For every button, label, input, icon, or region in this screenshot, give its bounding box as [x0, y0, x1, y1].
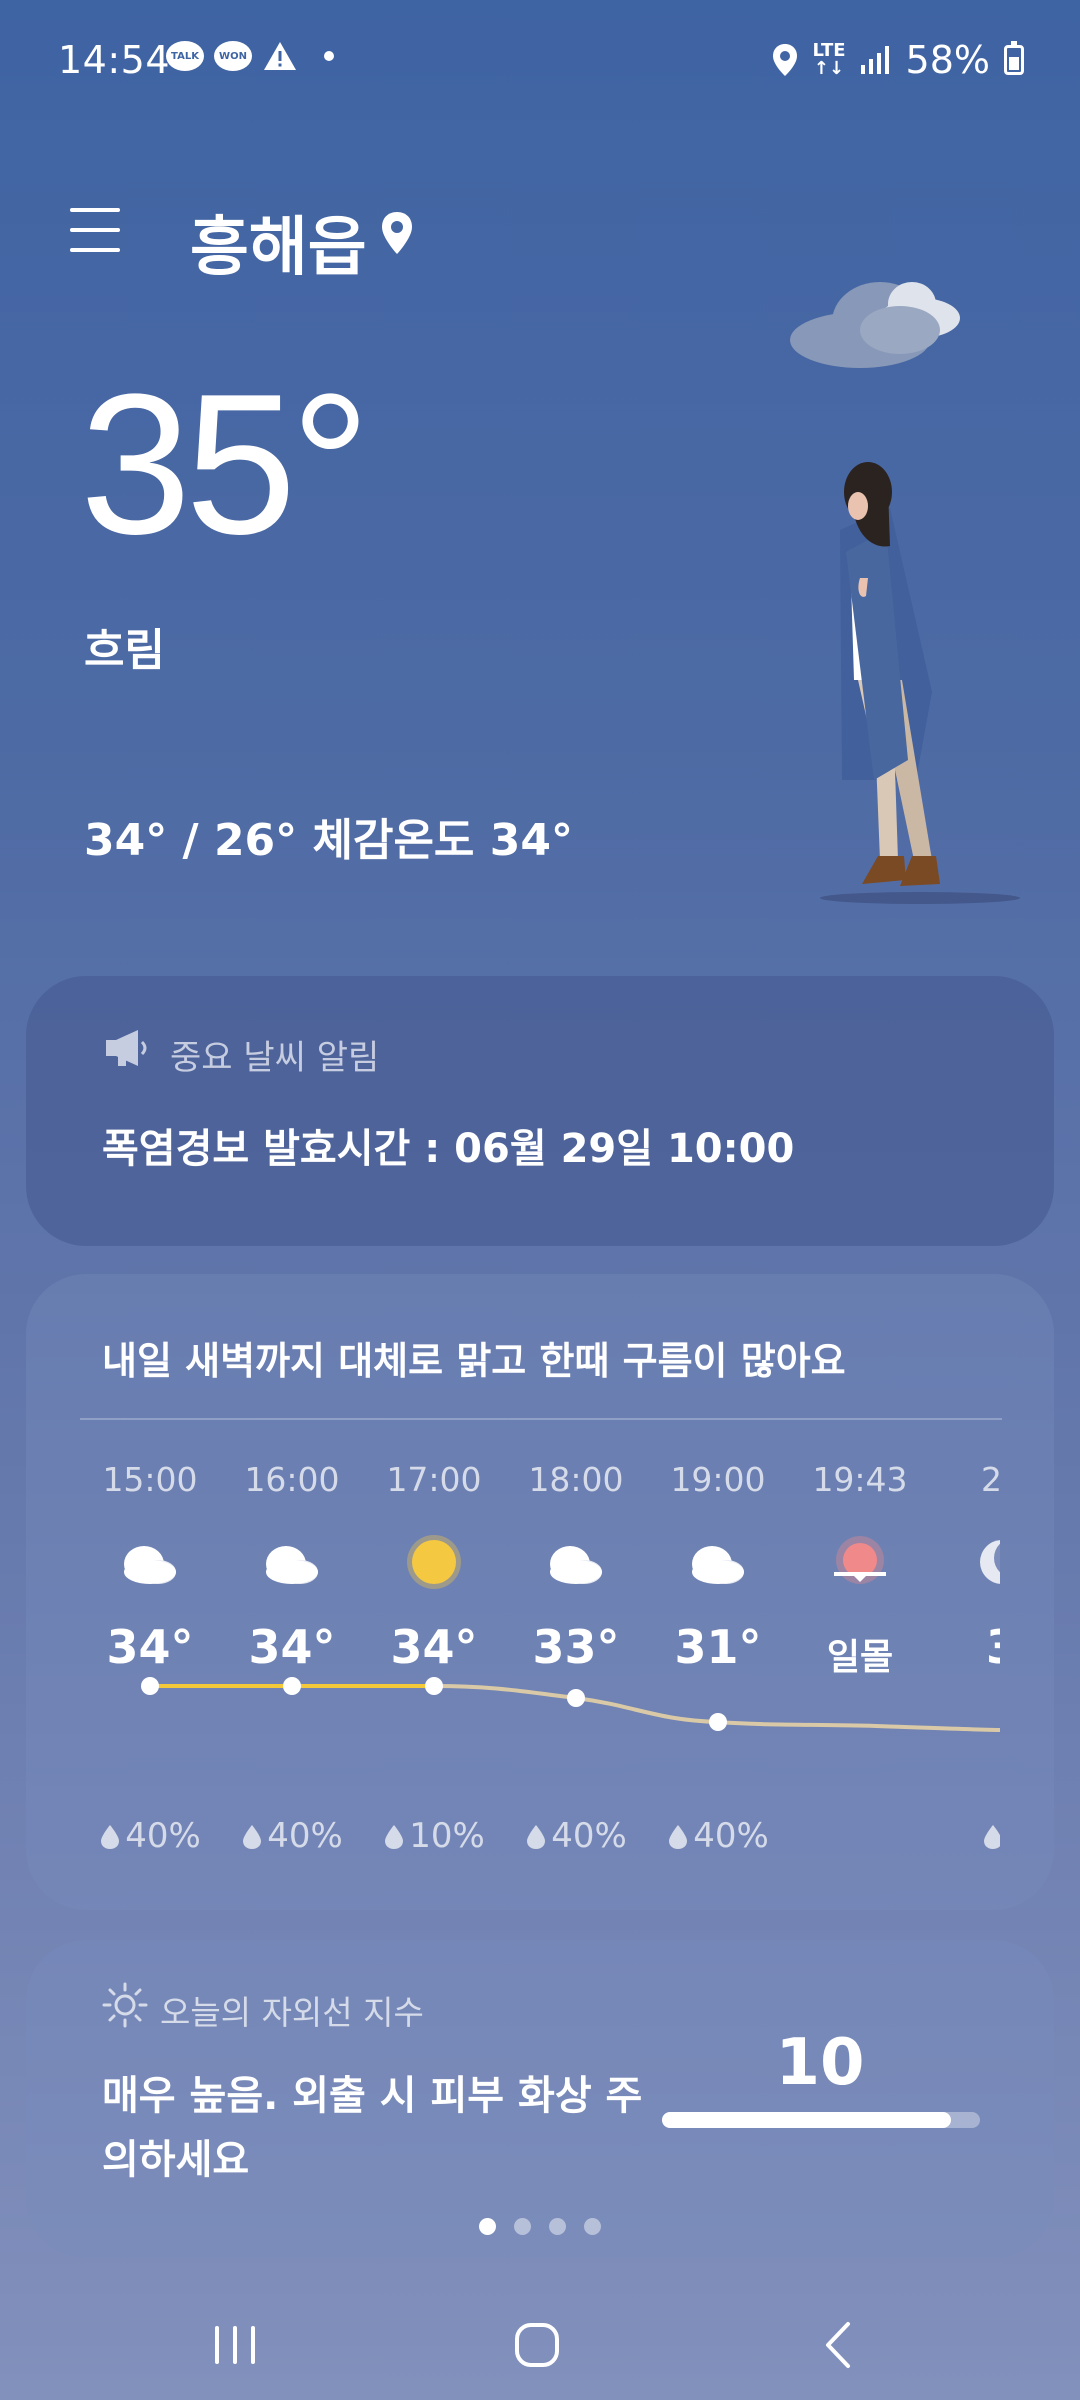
home-icon[interactable]	[497, 2310, 577, 2380]
back-icon[interactable]	[800, 2310, 880, 2380]
navigation-bar	[0, 2280, 1080, 2400]
rain-chance: 40%	[267, 1816, 343, 1856]
menu-icon[interactable]	[70, 208, 120, 252]
hour-time: 15:00	[102, 1460, 198, 1499]
hour-temp: 3	[937, 1620, 1000, 1674]
won-icon: WON	[214, 41, 252, 71]
cloud-icon	[692, 1546, 744, 1584]
lte-icon: LTE ↑↓	[812, 42, 845, 78]
kakaotalk-icon: TALK	[166, 41, 204, 71]
hour-temp: 34°	[390, 1620, 478, 1674]
raindrop-icon	[101, 1825, 120, 1849]
raindrop-icon	[669, 1825, 688, 1849]
hour-rain: 40%	[85, 1816, 215, 1856]
recent-apps-icon[interactable]	[195, 2310, 275, 2380]
signal-icon	[860, 46, 889, 74]
cloud-illustration	[790, 282, 960, 368]
location-pin-icon	[382, 212, 412, 254]
warning-icon	[264, 42, 296, 70]
lte-arrows: ↑↓	[813, 58, 845, 79]
sunset-icon	[834, 1536, 886, 1584]
weather-alert-card[interactable]	[26, 976, 1054, 1246]
raindrop-icon	[385, 1825, 404, 1849]
uv-level-fill	[662, 2112, 952, 2128]
battery-icon	[1004, 41, 1024, 75]
raindrop-icon	[243, 1825, 262, 1849]
hour-time: 16:00	[244, 1460, 340, 1499]
status-bar: 14:54 TALK WON LTE ↑↓ 58%	[0, 0, 1080, 120]
hour-rain: 40%	[511, 1816, 641, 1856]
moon-icon	[980, 1540, 1000, 1584]
uv-title: 오늘의 자외선 지수	[160, 1993, 424, 2032]
more-notifications-dot	[324, 51, 334, 61]
hour-time: 17:00	[386, 1460, 482, 1499]
hour-rain: 10%	[369, 1816, 499, 1856]
sun-icon	[407, 1535, 461, 1589]
forecast-summary: 내일 새벽까지 대체로 맑고 한때 구름이 많아요	[102, 1339, 846, 1383]
rain-chance: 10%	[409, 1816, 485, 1856]
hour-temp: 31°	[674, 1620, 762, 1674]
cloud-icon	[266, 1546, 318, 1584]
pager-dot[interactable]	[479, 2218, 496, 2235]
forecast-divider	[80, 1418, 1002, 1420]
raindrop-icon	[984, 1825, 1000, 1849]
megaphone-icon	[106, 1030, 147, 1066]
location-status-icon	[773, 44, 798, 76]
hour-time: 19:00	[670, 1460, 766, 1499]
hour-rain: 40%	[653, 1816, 783, 1856]
notification-icons: TALK WON	[166, 40, 334, 72]
status-time: 14:54	[58, 38, 171, 82]
cloud-icon	[124, 1546, 176, 1584]
person-illustration	[840, 462, 940, 886]
uv-value: 10	[775, 2026, 865, 2100]
hour-rain: 40%	[227, 1816, 357, 1856]
hour-time: 19:43	[812, 1460, 908, 1499]
raindrop-icon	[527, 1825, 546, 1849]
sunset-label: 일몰	[826, 1637, 894, 1678]
rain-chance: 40%	[693, 1816, 769, 1856]
rain-chance: 40%	[551, 1816, 627, 1856]
alert-title: 중요 날씨 알림	[170, 1038, 380, 1078]
hour-temp: 33°	[532, 1620, 620, 1674]
current-condition: 흐림	[84, 625, 165, 676]
hour-time: 20	[981, 1460, 1000, 1499]
weather-illustration	[790, 282, 1020, 904]
hour-rain: (	[937, 1816, 1000, 1856]
pager-dot[interactable]	[549, 2218, 566, 2235]
uv-description: 매우 높음. 외출 시 피부 화상 주의하세요	[102, 2073, 643, 2183]
alert-body: 폭염경보 발효시간 : 06월 29일 10:00	[102, 1126, 795, 1172]
hourly-forecast-scroller[interactable]: 15:00 34° 40% 16:00 34° 40% 17:00 34° 10…	[56, 1440, 1000, 1880]
uv-level-bar	[662, 2112, 980, 2128]
pager-dot[interactable]	[514, 2218, 531, 2235]
hour-time: 18:00	[528, 1460, 624, 1499]
temperature-graph	[141, 1677, 1000, 1732]
battery-percent: 58%	[905, 38, 990, 82]
hour-temp: 34°	[106, 1620, 194, 1674]
hi-lo-feels-like: 34° / 26° 체감온도 34°	[84, 815, 573, 866]
cloud-icon	[550, 1546, 602, 1584]
status-right: LTE ↑↓ 58%	[772, 38, 1024, 82]
pager-dot[interactable]	[584, 2218, 601, 2235]
location-name[interactable]: 흥해읍	[190, 196, 367, 288]
hour-temp: 34°	[248, 1620, 336, 1674]
card-pager[interactable]	[0, 2218, 1080, 2235]
sun-outline-icon	[102, 1982, 148, 2028]
current-temperature: 35°	[80, 353, 370, 576]
rain-chance: 40%	[125, 1816, 201, 1856]
